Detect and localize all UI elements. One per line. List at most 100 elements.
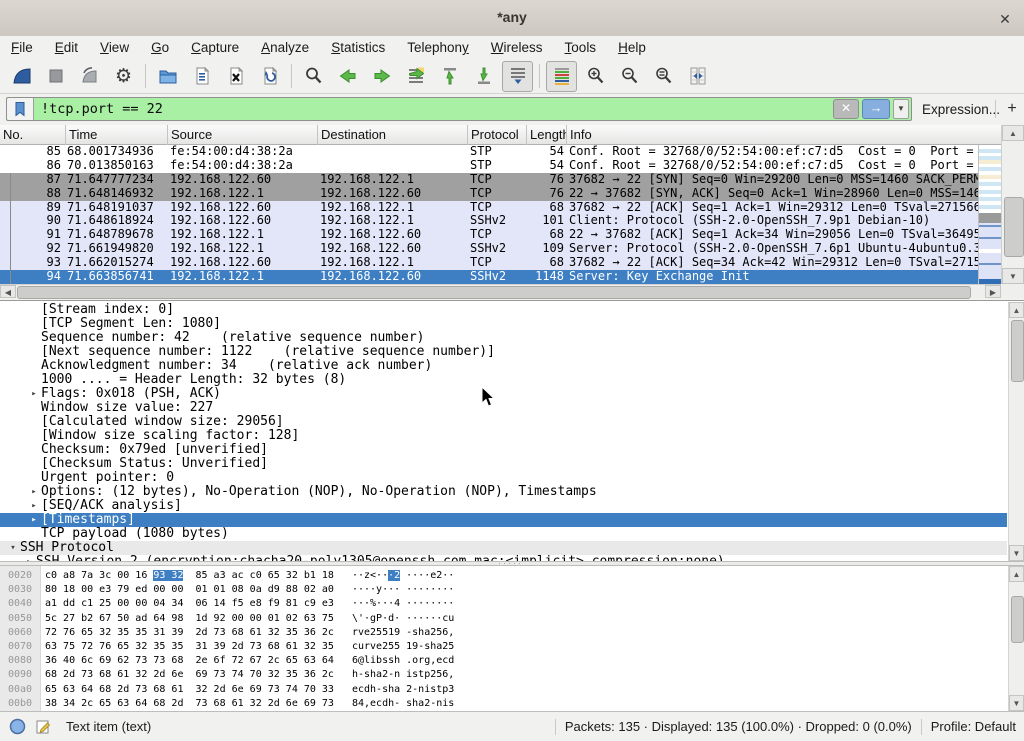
scroll-left-icon[interactable]: ◀ bbox=[0, 285, 16, 298]
go-to-bottom-icon[interactable] bbox=[468, 61, 499, 92]
filter-dropdown-icon[interactable]: ▼ bbox=[893, 99, 909, 119]
details-scroll-thumb[interactable] bbox=[1011, 320, 1024, 382]
hex-row[interactable]: 0020 c0 a8 7a 3c 00 16 93 32 85 a3 ac c0… bbox=[0, 569, 1007, 583]
scroll-up-icon[interactable]: ▲ bbox=[1002, 125, 1024, 141]
detail-line[interactable]: Window size value: 227 bbox=[0, 401, 1007, 415]
column-header-length[interactable]: Length bbox=[527, 125, 567, 145]
expand-arrow-icon[interactable] bbox=[27, 471, 41, 485]
detail-line[interactable]: [Stream index: 0] bbox=[0, 303, 1007, 317]
column-header-source[interactable]: Source bbox=[168, 125, 318, 145]
zoom-out-icon[interactable] bbox=[614, 61, 645, 92]
packet-row[interactable]: 91 71.648789678 192.168.122.1 192.168.12… bbox=[0, 228, 978, 242]
column-header-protocol[interactable]: Protocol bbox=[468, 125, 527, 145]
menu-item[interactable]: Wireless bbox=[480, 36, 554, 59]
vscroll-thumb[interactable] bbox=[1004, 197, 1024, 257]
scroll-right-icon[interactable]: ▶ bbox=[985, 285, 1001, 298]
packet-row[interactable]: 93 71.662015274 192.168.122.60 192.168.1… bbox=[0, 256, 978, 270]
profile-label[interactable]: Profile: Default bbox=[931, 719, 1016, 734]
scroll-down-icon[interactable]: ▼ bbox=[1002, 268, 1024, 284]
hex-row[interactable]: 0060 72 76 65 32 35 35 31 39 2d 73 68 61… bbox=[0, 626, 1007, 640]
filter-apply-icon[interactable]: → bbox=[862, 99, 890, 119]
detail-line[interactable]: [Checksum Status: Unverified] bbox=[0, 457, 1007, 471]
bookmark-icon[interactable] bbox=[7, 98, 34, 120]
auto-scroll-icon[interactable] bbox=[502, 61, 533, 92]
menu-item[interactable]: Go bbox=[140, 36, 180, 59]
scroll-down-icon[interactable]: ▼ bbox=[1009, 545, 1024, 561]
detail-line[interactable]: Sequence number: 42 (relative sequence n… bbox=[0, 331, 1007, 345]
expand-arrow-icon[interactable] bbox=[27, 345, 41, 359]
open-file-icon[interactable] bbox=[152, 61, 183, 92]
packet-row[interactable]: 87 71.647777234 192.168.122.60 192.168.1… bbox=[0, 173, 978, 187]
detail-line[interactable]: ▾ SSH Protocol bbox=[0, 541, 1007, 555]
packet-row[interactable]: 86 70.013850163 fe:54:00:d4:38:2a STP 54… bbox=[0, 159, 978, 173]
detail-line[interactable]: ▸ Options: (12 bytes), No-Operation (NOP… bbox=[0, 485, 1007, 499]
detail-line[interactable]: Acknowledgment number: 34 (relative ack … bbox=[0, 359, 1007, 373]
menu-item[interactable]: Tools bbox=[554, 36, 608, 59]
expand-arrow-icon[interactable] bbox=[27, 429, 41, 443]
stop-capture-icon[interactable] bbox=[40, 61, 71, 92]
packet-row[interactable]: 92 71.661949820 192.168.122.1 192.168.12… bbox=[0, 242, 978, 256]
hex-row[interactable]: 0040 a1 dd c1 25 00 00 04 34 06 14 f5 e8… bbox=[0, 597, 1007, 611]
filter-clear-icon[interactable]: ✕ bbox=[833, 99, 859, 119]
restart-capture-icon[interactable] bbox=[74, 61, 105, 92]
packet-list-hscrollbar[interactable]: ◀ ▶ bbox=[0, 284, 1001, 298]
expand-arrow-icon[interactable] bbox=[27, 373, 41, 387]
save-file-icon[interactable] bbox=[186, 61, 217, 92]
hex-row[interactable]: 0030 80 18 00 e3 79 ed 00 00 01 01 08 0a… bbox=[0, 583, 1007, 597]
colorize-icon[interactable] bbox=[546, 61, 577, 92]
menu-item[interactable]: Analyze bbox=[250, 36, 320, 59]
expand-arrow-icon[interactable] bbox=[27, 303, 41, 317]
hex-row[interactable]: 0070 63 75 72 76 65 32 35 35 31 39 2d 73… bbox=[0, 640, 1007, 654]
expand-arrow-icon[interactable] bbox=[27, 359, 41, 373]
expand-arrow-icon[interactable]: ▸ bbox=[27, 499, 41, 513]
go-to-packet-icon[interactable] bbox=[400, 61, 431, 92]
capture-comment-icon[interactable] bbox=[34, 718, 52, 736]
column-header-destination[interactable]: Destination bbox=[318, 125, 468, 145]
packet-row[interactable]: 88 71.648146932 192.168.122.1 192.168.12… bbox=[0, 187, 978, 201]
find-packet-icon[interactable] bbox=[298, 61, 329, 92]
packet-row[interactable]: 89 71.648191037 192.168.122.60 192.168.1… bbox=[0, 201, 978, 215]
go-forward-icon[interactable] bbox=[366, 61, 397, 92]
column-header-time[interactable]: Time bbox=[66, 125, 168, 145]
expand-arrow-icon[interactable]: ▸ bbox=[27, 513, 41, 527]
bytes-scroll-thumb[interactable] bbox=[1011, 596, 1024, 643]
expand-arrow-icon[interactable] bbox=[27, 443, 41, 457]
detail-line[interactable]: [Calculated window size: 29056] bbox=[0, 415, 1007, 429]
detail-line[interactable]: [TCP Segment Len: 1080] bbox=[0, 317, 1007, 331]
start-capture-icon[interactable] bbox=[6, 61, 37, 92]
expand-arrow-icon[interactable] bbox=[27, 457, 41, 471]
close-file-icon[interactable] bbox=[220, 61, 251, 92]
detail-line[interactable]: Urgent pointer: 0 bbox=[0, 471, 1007, 485]
close-icon[interactable]: ✕ bbox=[994, 8, 1016, 30]
filter-input[interactable]: !tcp.port == 22 ✕ → ▼ bbox=[6, 97, 912, 121]
expand-arrow-icon[interactable] bbox=[27, 415, 41, 429]
go-to-top-icon[interactable] bbox=[434, 61, 465, 92]
expression-button[interactable]: Expression... bbox=[922, 102, 1000, 117]
go-back-icon[interactable] bbox=[332, 61, 363, 92]
scroll-down-icon[interactable]: ▼ bbox=[1009, 695, 1024, 711]
expand-arrow-icon[interactable]: ▸ bbox=[27, 485, 41, 499]
packet-row[interactable]: 90 71.648618924 192.168.122.60 192.168.1… bbox=[0, 214, 978, 228]
capture-options-icon[interactable]: ⚙ bbox=[108, 61, 139, 92]
expand-arrow-icon[interactable]: ▸ bbox=[27, 387, 41, 401]
expand-arrow-icon[interactable] bbox=[27, 527, 41, 541]
menu-item[interactable]: Capture bbox=[180, 36, 250, 59]
expand-arrow-icon[interactable] bbox=[27, 317, 41, 331]
menu-item[interactable]: File bbox=[0, 36, 44, 59]
add-filter-button[interactable]: + bbox=[1002, 97, 1022, 121]
hex-row[interactable]: 0090 68 2d 73 68 61 32 2d 6e 69 73 74 70… bbox=[0, 668, 1007, 682]
hex-row[interactable]: 0050 5c 27 b2 67 50 ad 64 98 1d 92 00 00… bbox=[0, 612, 1007, 626]
detail-line[interactable]: [Next sequence number: 1122 (relative se… bbox=[0, 345, 1007, 359]
detail-line[interactable]: Checksum: 0x79ed [unverified] bbox=[0, 443, 1007, 457]
detail-line[interactable]: [Window size scaling factor: 128] bbox=[0, 429, 1007, 443]
detail-line[interactable]: TCP payload (1080 bytes) bbox=[0, 527, 1007, 541]
zoom-reset-icon[interactable] bbox=[648, 61, 679, 92]
hex-row[interactable]: 00a0 65 63 64 68 2d 73 68 61 32 2d 6e 69… bbox=[0, 683, 1007, 697]
scroll-up-icon[interactable]: ▲ bbox=[1009, 566, 1024, 582]
packet-list-vscrollbar[interactable]: ▲ ▼ bbox=[1001, 125, 1024, 284]
detail-line[interactable]: ▸ Flags: 0x018 (PSH, ACK) bbox=[0, 387, 1007, 401]
packet-row[interactable]: 85 68.001734936 fe:54:00:d4:38:2a STP 54… bbox=[0, 145, 978, 159]
menu-item[interactable]: Telephony bbox=[396, 36, 480, 59]
column-header-info[interactable]: Info bbox=[567, 125, 1001, 145]
resize-columns-icon[interactable] bbox=[682, 61, 713, 92]
